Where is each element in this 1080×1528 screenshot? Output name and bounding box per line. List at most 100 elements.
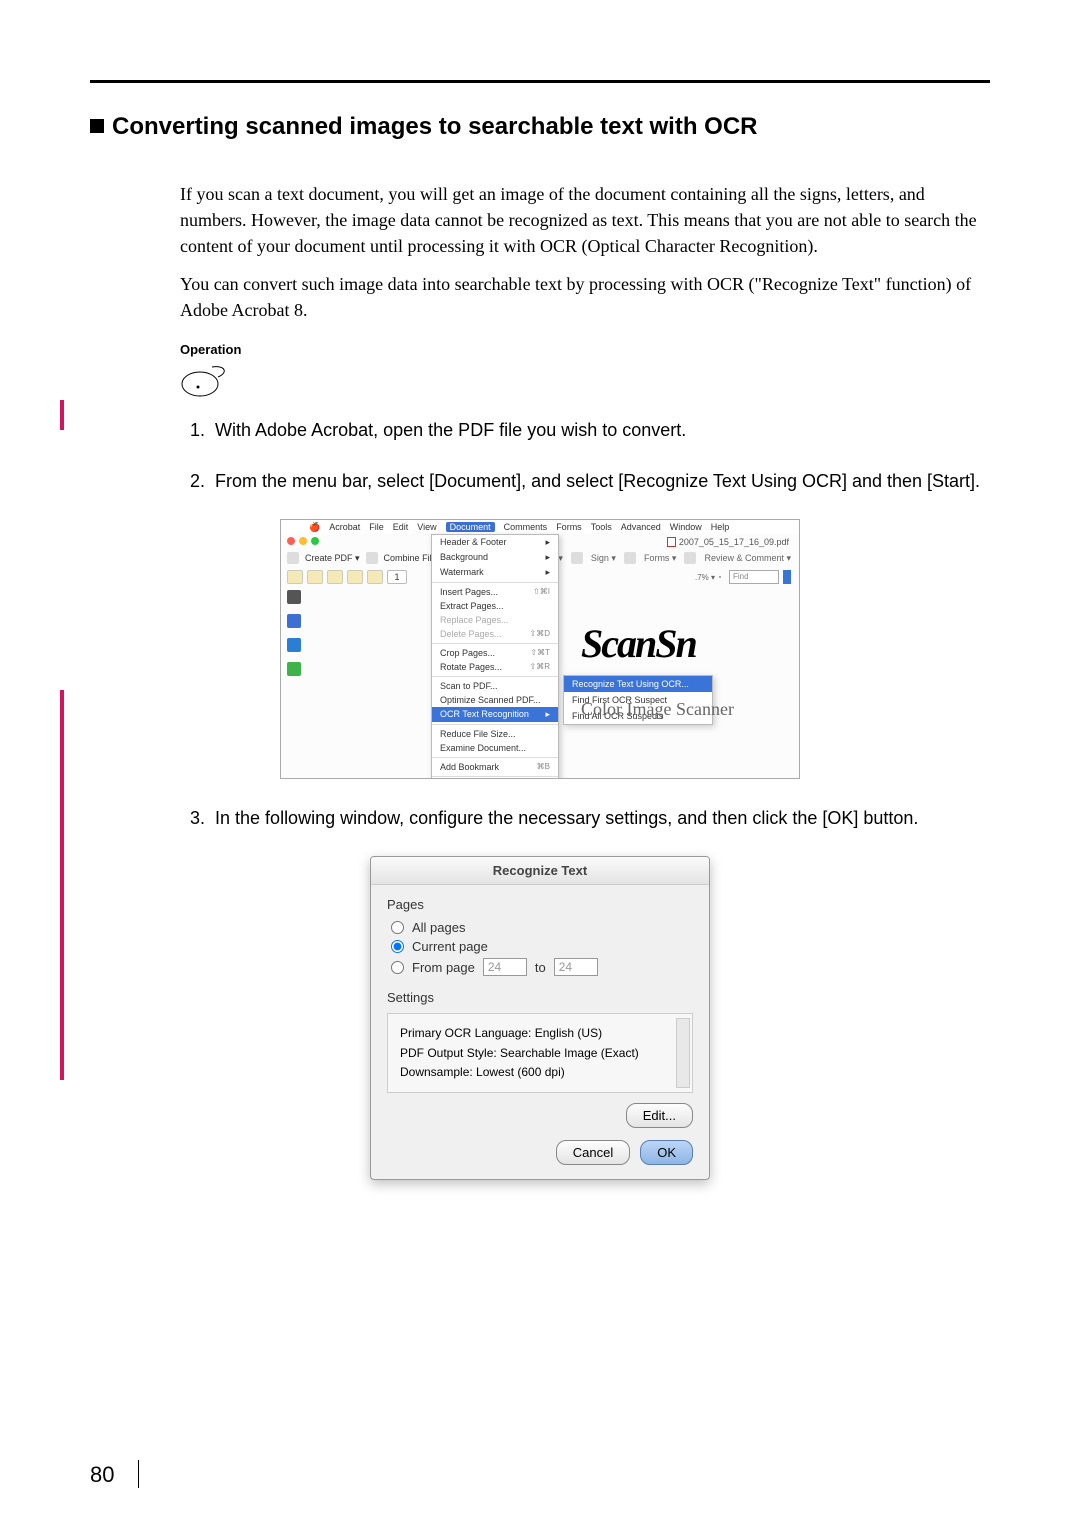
sign-icon[interactable] — [571, 552, 583, 564]
review-icon[interactable] — [684, 552, 696, 564]
menu-item[interactable]: Background▸ — [432, 550, 558, 565]
window-controls[interactable] — [287, 537, 319, 545]
help-panel-icon[interactable] — [287, 662, 301, 676]
heading-text: Converting scanned images to searchable … — [112, 113, 758, 140]
menu-item[interactable]: Header & Footer▸ — [432, 535, 558, 550]
menubar-item[interactable]: Window — [670, 522, 702, 532]
menu-item[interactable]: Extract Pages... — [432, 599, 558, 613]
pages-group-label: Pages — [387, 897, 693, 912]
menu-item[interactable]: Reduce File Size... — [432, 727, 558, 741]
radio-input[interactable] — [391, 940, 404, 953]
brand-logo: ScanSn — [581, 620, 734, 667]
recognize-text-dialog: Recognize Text Pages All pages Current p… — [370, 856, 710, 1180]
menubar-item[interactable]: View — [417, 522, 436, 532]
step-text: In the following window, configure the n… — [215, 808, 918, 828]
zoom-icon[interactable] — [719, 576, 721, 578]
arrow-right-icon[interactable] — [367, 570, 383, 584]
menubar-item[interactable]: Forms — [556, 522, 582, 532]
section-heading: Converting scanned images to searchable … — [90, 113, 990, 141]
pages-panel-icon[interactable] — [287, 590, 301, 604]
setting-line: Primary OCR Language: English (US) — [400, 1024, 680, 1043]
menu-item[interactable]: Watermark▸ — [432, 565, 558, 580]
horizontal-rule — [90, 80, 990, 83]
list-item: 1. With Adobe Acrobat, open the PDF file… — [190, 417, 990, 444]
menubar-item[interactable]: Comments — [504, 522, 548, 532]
zoom-value[interactable]: .7% ▾ — [695, 573, 715, 582]
radio-label: From page — [412, 960, 475, 975]
change-bar — [60, 400, 64, 430]
settings-group-label: Settings — [387, 990, 693, 1005]
dialog-title: Recognize Text — [371, 857, 709, 885]
menubar-item-document[interactable]: Document — [446, 522, 495, 532]
find-dropdown-icon[interactable] — [783, 570, 791, 584]
page-number: 80 — [90, 1460, 139, 1488]
menu-item[interactable]: Scan to PDF... — [432, 679, 558, 693]
combine-icon[interactable] — [366, 552, 378, 564]
print-icon[interactable] — [307, 570, 323, 584]
setting-line: PDF Output Style: Searchable Image (Exac… — [400, 1044, 680, 1063]
close-icon[interactable] — [287, 537, 295, 545]
toolbar-nav: 1 — [287, 570, 407, 584]
to-page-input[interactable] — [554, 958, 598, 976]
bookmarks-panel-icon[interactable] — [287, 614, 301, 628]
list-item: 2. From the menu bar, select [Document],… — [190, 468, 990, 495]
mac-menubar: 🍎 Acrobat File Edit View Document Commen… — [281, 520, 799, 534]
menu-item[interactable]: Examine Document... — [432, 741, 558, 755]
menubar-item[interactable]: Help — [711, 522, 730, 532]
document-menu: Header & Footer▸ Background▸ Watermark▸ … — [431, 534, 559, 779]
apple-menu-icon: 🍎 — [309, 522, 320, 533]
menubar-item[interactable]: File — [369, 522, 384, 532]
folder-icon[interactable] — [287, 570, 303, 584]
mail-icon[interactable] — [327, 570, 343, 584]
menu-item[interactable]: Add Bookmark⌘B — [432, 760, 558, 774]
radio-label: All pages — [412, 920, 465, 935]
radio-current-page[interactable]: Current page — [391, 939, 693, 954]
menu-item[interactable]: Crop Pages...⇧⌘T — [432, 646, 558, 660]
toolbar-button[interactable]: Review & Comment ▾ — [704, 553, 791, 564]
menu-item: Replace Pages... — [432, 613, 558, 627]
zoom-icon[interactable] — [311, 537, 319, 545]
setting-line: Downsample: Lowest (600 dpi) — [400, 1063, 680, 1082]
from-page-input[interactable] — [483, 958, 527, 976]
minimize-icon[interactable] — [299, 537, 307, 545]
step-text: With Adobe Acrobat, open the PDF file yo… — [215, 420, 686, 440]
menubar-item[interactable]: Advanced — [621, 522, 661, 532]
arrow-left-icon[interactable] — [347, 570, 363, 584]
radio-input[interactable] — [391, 961, 404, 974]
square-bullet-icon — [90, 119, 104, 133]
nav-pane — [287, 590, 301, 676]
find-input[interactable]: Find — [729, 570, 779, 584]
signatures-panel-icon[interactable] — [287, 638, 301, 652]
menubar-item[interactable]: Tools — [591, 522, 612, 532]
radio-label: Current page — [412, 939, 488, 954]
list-item: 3. In the following window, configure th… — [190, 805, 990, 832]
operation-icon — [180, 359, 240, 399]
procedure-list: 1. With Adobe Acrobat, open the PDF file… — [190, 417, 990, 495]
radio-all-pages[interactable]: All pages — [391, 920, 693, 935]
forms-icon[interactable] — [624, 552, 636, 564]
settings-readout: Primary OCR Language: English (US) PDF O… — [387, 1013, 693, 1093]
ok-button[interactable]: OK — [640, 1140, 693, 1165]
menu-item[interactable]: Insert Pages...⇧⌘I — [432, 585, 558, 599]
acrobat-screenshot: 🍎 Acrobat File Edit View Document Commen… — [280, 519, 800, 779]
radio-input[interactable] — [391, 921, 404, 934]
menubar-item[interactable]: Acrobat — [329, 522, 360, 532]
toolbar-button[interactable]: Forms ▾ — [644, 553, 677, 564]
menubar-item[interactable]: Edit — [393, 522, 409, 532]
toolbar-button[interactable]: Sign ▾ — [591, 553, 616, 564]
paragraph: You can convert such image data into sea… — [180, 271, 980, 323]
toolbar-primary: Create PDF ▾ Combine Files ▾ — [287, 552, 448, 564]
menu-item[interactable]: Rotate Pages...⇧⌘R — [432, 660, 558, 674]
create-pdf-icon[interactable] — [287, 552, 299, 564]
radio-from-page[interactable]: From page to — [391, 958, 693, 976]
page-number-input[interactable]: 1 — [387, 570, 407, 584]
toolbar-find: .7% ▾ Find — [695, 570, 791, 584]
cancel-button[interactable]: Cancel — [556, 1140, 630, 1165]
procedure-list: 3. In the following window, configure th… — [190, 805, 990, 832]
to-label: to — [535, 960, 546, 975]
scrollbar[interactable] — [676, 1018, 690, 1088]
edit-button[interactable]: Edit... — [626, 1103, 693, 1128]
menu-item[interactable]: Optimize Scanned PDF... — [432, 693, 558, 707]
menu-item-ocr-text-recognition[interactable]: OCR Text Recognition▸ — [432, 707, 558, 722]
toolbar-button[interactable]: Create PDF ▾ — [305, 553, 360, 564]
